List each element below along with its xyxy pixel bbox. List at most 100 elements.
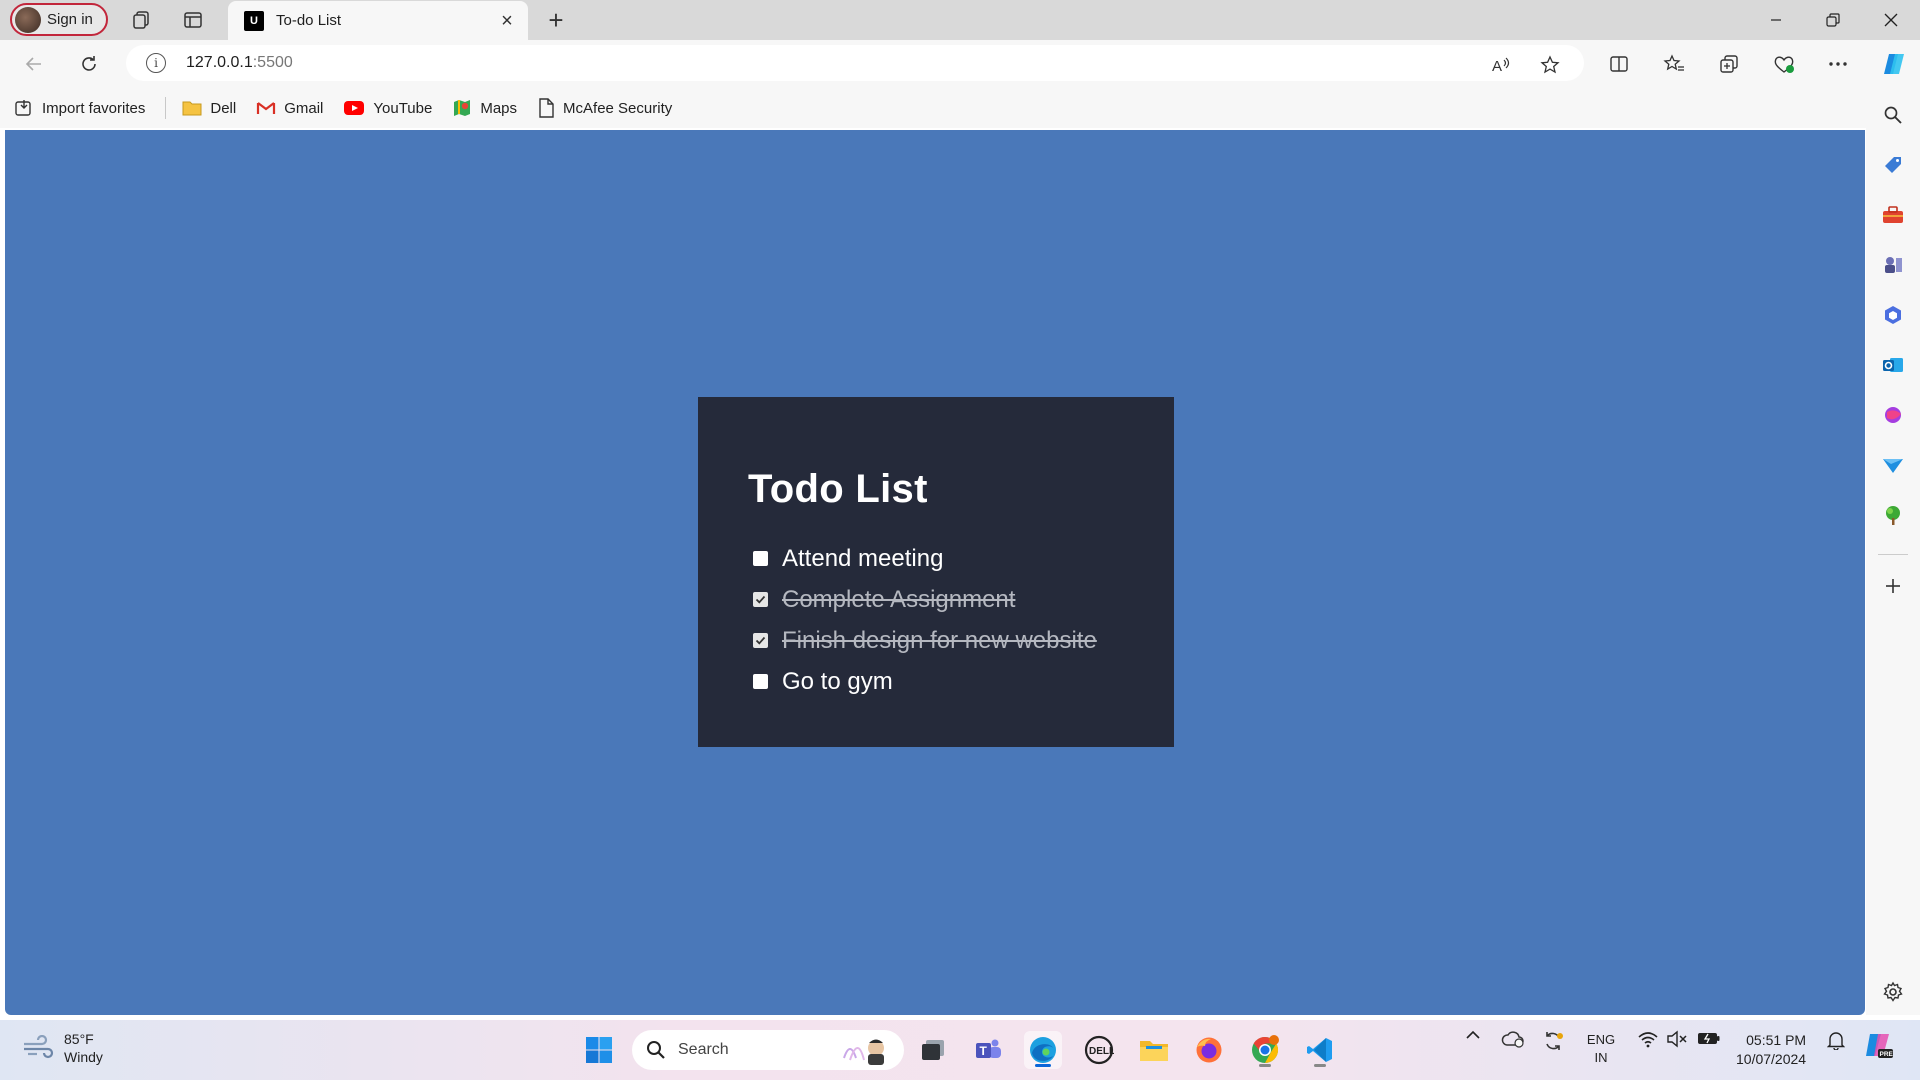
- onedrive-icon[interactable]: [1500, 1030, 1526, 1048]
- send-icon[interactable]: [1881, 453, 1905, 477]
- fav-maps[interactable]: Maps: [452, 98, 517, 118]
- todo-checkbox[interactable]: [753, 551, 768, 566]
- favorites-bar: Import favorites Dell Gmail YouTube Maps…: [0, 88, 1920, 128]
- url-port: :5500: [252, 54, 293, 71]
- split-screen-icon[interactable]: [1603, 48, 1635, 80]
- lang-top: ENG: [1586, 1032, 1616, 1047]
- favorites-icon[interactable]: [1658, 48, 1690, 80]
- favorite-star-icon[interactable]: [1537, 52, 1563, 78]
- task-view-icon[interactable]: [914, 1031, 952, 1069]
- site-info-icon[interactable]: i: [146, 53, 166, 73]
- workspaces-icon[interactable]: [127, 6, 155, 34]
- tools-icon[interactable]: [1881, 203, 1905, 227]
- outlook-icon[interactable]: [1881, 353, 1905, 377]
- clock-time: 05:51 PM: [1746, 1032, 1807, 1048]
- todo-card: Todo List Attend meeting Complete Assign…: [698, 397, 1174, 747]
- minimize-icon[interactable]: [1753, 4, 1799, 36]
- close-window-icon[interactable]: [1868, 4, 1914, 36]
- volume-muted-icon[interactable]: [1665, 1030, 1689, 1048]
- url-host: 127.0.0.1: [186, 54, 253, 71]
- firefox-icon[interactable]: [1190, 1031, 1228, 1069]
- search-icon[interactable]: [1881, 103, 1905, 127]
- fav-dell[interactable]: Dell: [182, 99, 236, 117]
- fav-gmail[interactable]: Gmail: [256, 100, 323, 117]
- windows-taskbar: 85°F Windy Search T DELL ENG IN 05:51 PM…: [0, 1020, 1920, 1080]
- new-tab-icon[interactable]: +: [541, 5, 571, 35]
- tab-actions-icon[interactable]: [179, 6, 207, 34]
- designer-icon[interactable]: [1881, 403, 1905, 427]
- fav-youtube[interactable]: YouTube: [343, 100, 432, 117]
- gmail-icon: [256, 100, 276, 116]
- weather-widget[interactable]: 85°F Windy: [22, 1030, 103, 1066]
- edge-browser-icon[interactable]: [1024, 1031, 1062, 1069]
- file-explorer-icon[interactable]: [1135, 1031, 1173, 1069]
- signin-button[interactable]: Sign in: [10, 3, 108, 36]
- microsoft-365-icon[interactable]: [1881, 303, 1905, 327]
- address-bar[interactable]: i 127.0.0.1:5500 A: [126, 45, 1584, 81]
- browser-essentials-icon[interactable]: [1768, 48, 1800, 80]
- checkmark-icon: [755, 595, 766, 604]
- restore-icon[interactable]: [1810, 4, 1856, 36]
- weather-temp: 85°F: [64, 1031, 94, 1047]
- running-indicator: [1259, 1064, 1271, 1067]
- edge-sidebar: [1866, 88, 1920, 1015]
- copilot-icon[interactable]: [1878, 48, 1910, 80]
- svg-text:PRE: PRE: [1880, 1051, 1894, 1058]
- todo-checkbox[interactable]: [753, 592, 768, 607]
- windows-start-icon[interactable]: [580, 1031, 618, 1069]
- fav-label: Dell: [210, 99, 237, 117]
- running-indicator: [1314, 1064, 1326, 1067]
- sidebar-divider: [1878, 554, 1908, 555]
- sync-icon[interactable]: [1540, 1030, 1566, 1052]
- import-icon: [14, 98, 34, 118]
- read-aloud-icon[interactable]: A: [1488, 52, 1514, 78]
- show-hidden-icons-icon[interactable]: [1462, 1030, 1484, 1040]
- settings-gear-icon[interactable]: [1881, 980, 1905, 1004]
- copilot-preview-icon[interactable]: PRE: [1862, 1030, 1896, 1060]
- wind-icon: [22, 1035, 54, 1061]
- svg-text:DELL: DELL: [1089, 1046, 1114, 1057]
- vscode-icon[interactable]: [1301, 1031, 1339, 1069]
- weather-desc: Windy: [64, 1049, 103, 1065]
- youtube-icon: [343, 100, 365, 116]
- taskbar-search[interactable]: Search: [632, 1030, 904, 1070]
- chrome-icon[interactable]: [1246, 1031, 1284, 1069]
- battery-icon[interactable]: [1696, 1030, 1722, 1046]
- teams-icon[interactable]: T: [969, 1031, 1007, 1069]
- dell-icon[interactable]: DELL: [1080, 1031, 1118, 1069]
- search-icon: [646, 1040, 666, 1060]
- svg-text:A: A: [1492, 58, 1502, 75]
- fav-label: Import favorites: [42, 99, 146, 117]
- fav-label: Maps: [480, 99, 518, 117]
- notification-bell-icon[interactable]: [1824, 1030, 1848, 1050]
- todo-item: Complete Assignment: [748, 579, 1174, 620]
- todo-item: Go to gym: [748, 661, 1174, 702]
- active-indicator: [1035, 1064, 1051, 1067]
- tab-todo-list[interactable]: U To-do List ×: [228, 1, 528, 40]
- more-options-icon[interactable]: [1822, 48, 1854, 80]
- close-tab-icon[interactable]: ×: [496, 10, 518, 32]
- shopping-tag-icon[interactable]: [1881, 153, 1905, 177]
- games-icon[interactable]: [1881, 253, 1905, 277]
- todo-title: Todo List: [748, 467, 928, 511]
- todo-text: Go to gym: [782, 667, 893, 695]
- todo-checkbox[interactable]: [753, 633, 768, 648]
- tab-favicon: U: [244, 10, 264, 31]
- back-icon[interactable]: [18, 48, 50, 80]
- profile-avatar: [15, 6, 41, 33]
- wifi-icon[interactable]: [1636, 1030, 1660, 1048]
- url-text[interactable]: 127.0.0.1:5500: [186, 54, 293, 72]
- fav-label: YouTube: [373, 99, 433, 117]
- fav-import-favorites[interactable]: Import favorites: [14, 98, 145, 118]
- lang-bottom: IN: [1594, 1050, 1608, 1065]
- add-icon[interactable]: [1881, 574, 1905, 598]
- tree-icon[interactable]: [1881, 503, 1905, 527]
- todo-text: Complete Assignment: [782, 585, 1016, 613]
- collections-icon[interactable]: [1713, 48, 1745, 80]
- todo-item: Attend meeting: [748, 538, 1174, 579]
- fav-mcafee[interactable]: McAfee Security: [537, 98, 672, 118]
- todo-checkbox[interactable]: [753, 674, 768, 689]
- language-indicator[interactable]: ENG IN: [1582, 1031, 1620, 1067]
- system-clock[interactable]: 05:51 PM 10/07/2024: [1736, 1031, 1806, 1069]
- refresh-icon[interactable]: [73, 48, 105, 80]
